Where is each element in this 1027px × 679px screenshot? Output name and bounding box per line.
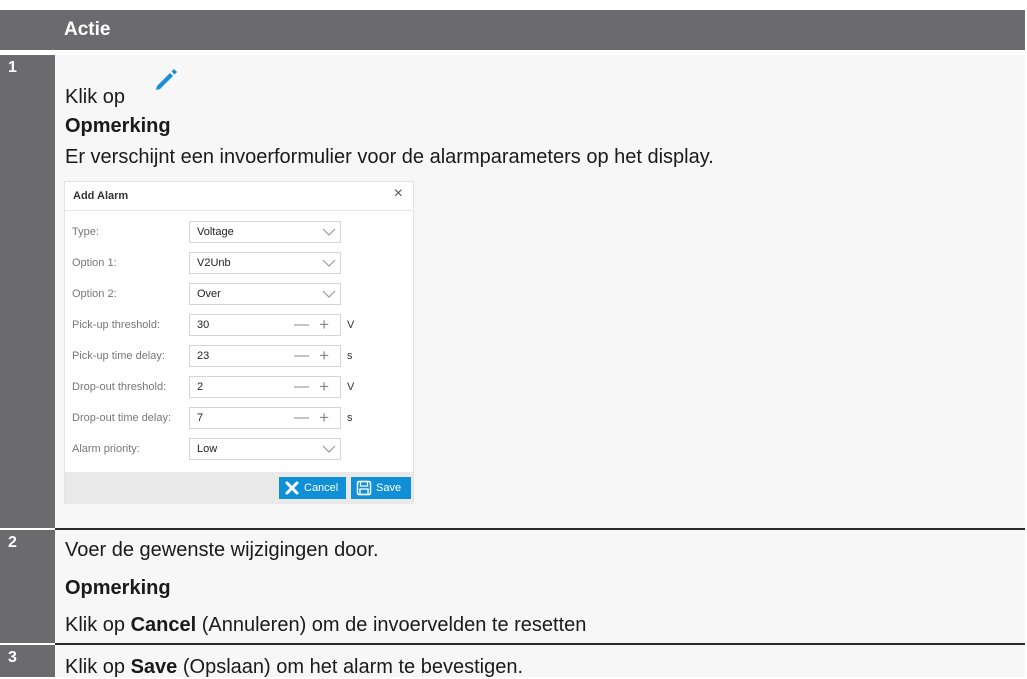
field-value: V2Unb (197, 257, 231, 269)
field-value: Over (197, 288, 221, 300)
step-number: 2 (8, 534, 17, 551)
step-3-suffix: (Opslaan) om het alarm te bevestigen. (177, 656, 524, 678)
field-label: Drop-out time delay: (72, 412, 172, 424)
chevron-down-icon[interactable] (322, 226, 336, 238)
dialog-footer: Cancel Save (65, 472, 413, 504)
step-3-bold-save: Save (130, 656, 178, 678)
plus-icon[interactable]: + (319, 346, 329, 366)
field-unit: V (347, 381, 355, 393)
save-button[interactable]: Save (351, 477, 411, 499)
pencil-icon[interactable] (152, 66, 180, 94)
table-header (0, 10, 1025, 50)
field-value: 30 (197, 319, 210, 331)
minus-icon[interactable]: — (294, 378, 309, 395)
field-label: Option 1: (72, 257, 117, 269)
header-number-cell (0, 10, 55, 50)
step-1-note-text: Er verschijnt een invoerformulier voor d… (65, 146, 714, 168)
step-number: 1 (8, 59, 17, 76)
chevron-down-icon[interactable] (322, 443, 336, 455)
field-value: 23 (197, 350, 210, 362)
field-value: Low (197, 443, 218, 455)
field-stepper[interactable]: 30 — + (189, 314, 341, 336)
note-bold-cancel: Cancel (130, 614, 197, 636)
step-number-cell: 3 (0, 645, 55, 677)
field-unit: s (347, 350, 353, 362)
step-2-note-text: Klik op Cancel (Annuleren) om de invoerv… (65, 614, 586, 637)
field-select[interactable]: Over (189, 283, 341, 305)
field-label: Type: (72, 226, 99, 238)
field-select[interactable]: Low (189, 438, 341, 460)
field-value: 2 (197, 381, 204, 393)
field-label: Pick-up time delay: (72, 350, 165, 362)
chevron-down-icon[interactable] (322, 288, 336, 300)
step-1-note-heading: Opmerking (65, 115, 171, 137)
close-icon[interactable]: × (394, 185, 403, 203)
field-unit: V (347, 319, 355, 331)
step-number-cell: 1 (0, 55, 55, 528)
field-unit: s (347, 412, 353, 424)
step-2-text: Voer de gewenste wijzigingen door. (65, 539, 379, 561)
step-number-cell: 2 (0, 530, 55, 643)
step-1-click-text: Klik op (65, 86, 126, 108)
step-3-prefix: Klik op (65, 656, 131, 678)
field-stepper[interactable]: 23 — + (189, 345, 341, 367)
minus-icon[interactable]: — (294, 316, 309, 333)
field-select[interactable]: Voltage (189, 221, 341, 243)
note-prefix: Klik op (65, 614, 131, 636)
note-suffix: (Annuleren) om de invoervelden te resett… (196, 614, 587, 636)
step-number: 3 (8, 649, 17, 666)
add-alarm-dialog: Add Alarm × Type: Voltage Option 1: V2Unb Op… (64, 181, 414, 504)
field-label: Drop-out threshold: (72, 381, 167, 393)
plus-icon[interactable]: + (319, 377, 329, 397)
cancel-button[interactable]: Cancel (279, 477, 346, 499)
plus-icon[interactable]: + (319, 408, 329, 428)
step-3-text: Klik op Save (Opslaan) om het alarm te b… (65, 656, 523, 679)
field-select[interactable]: V2Unb (189, 252, 341, 274)
field-value: Voltage (197, 226, 234, 238)
minus-icon[interactable]: — (294, 409, 309, 426)
save-label: Save (376, 482, 402, 494)
field-label: Alarm priority: (72, 443, 140, 455)
cancel-x-icon (285, 481, 299, 495)
header-title: Actie (64, 19, 111, 40)
dialog-header: Add Alarm × (65, 182, 413, 211)
field-label: Pick-up threshold: (72, 319, 161, 331)
step-2-note-heading: Opmerking (65, 577, 171, 599)
cancel-label: Cancel (304, 482, 339, 494)
chevron-down-icon[interactable] (322, 257, 336, 269)
floppy-disk-icon (356, 480, 372, 496)
field-stepper[interactable]: 2 — + (189, 376, 341, 398)
field-value: 7 (197, 412, 204, 424)
field-label: Option 2: (72, 288, 117, 300)
plus-icon[interactable]: + (319, 315, 329, 335)
dialog-title: Add Alarm (73, 190, 129, 202)
minus-icon[interactable]: — (294, 347, 309, 364)
field-stepper[interactable]: 7 — + (189, 407, 341, 429)
